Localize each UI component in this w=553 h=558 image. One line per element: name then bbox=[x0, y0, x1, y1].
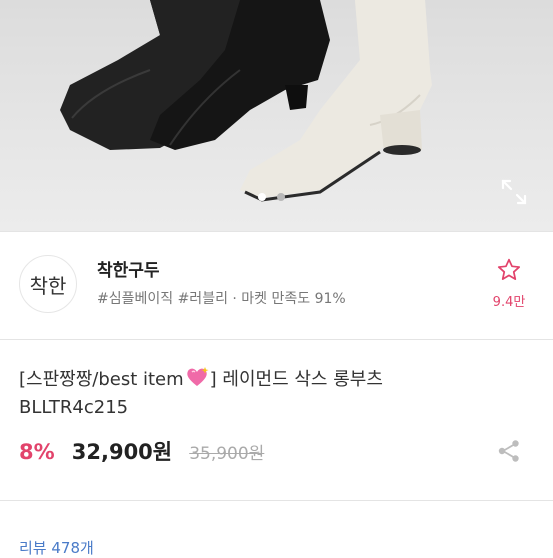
reviews-link[interactable]: 리뷰 478개 bbox=[19, 537, 94, 558]
shop-logo[interactable]: 착한 bbox=[19, 255, 77, 313]
shop-tags: #심플베이직 #러블리 · 마켓 만족도 91% bbox=[97, 291, 346, 307]
divider bbox=[0, 231, 553, 232]
favorite-button[interactable]: 9.4만 bbox=[487, 257, 531, 310]
divider bbox=[0, 500, 553, 501]
original-price: 35,900원 bbox=[189, 444, 265, 464]
sparkling-heart-icon bbox=[184, 366, 210, 395]
discount-rate: 8% bbox=[19, 440, 55, 464]
product-image[interactable] bbox=[0, 0, 553, 231]
product-title-prefix: [스판짱짱/best item bbox=[19, 369, 184, 390]
carousel-dot-2[interactable] bbox=[277, 193, 285, 201]
star-icon bbox=[497, 258, 521, 280]
shop-name[interactable]: 착한구두 bbox=[97, 256, 160, 281]
divider bbox=[0, 339, 553, 340]
price-row: 8% 32,900원 35,900원 bbox=[19, 436, 264, 466]
product-title: [스판짱짱/best item ] 레이먼드 삭스 롱부츠 bbox=[19, 366, 383, 395]
carousel-dot-1[interactable] bbox=[258, 193, 266, 201]
carousel-indicator bbox=[258, 193, 285, 201]
sale-price: 32,900원 bbox=[71, 440, 173, 464]
share-icon[interactable] bbox=[495, 437, 523, 465]
favorite-count: 9.4만 bbox=[492, 295, 526, 310]
product-title-suffix: ] 레이먼드 삭스 롱부츠 bbox=[209, 369, 383, 390]
shop-logo-text: 착한 bbox=[29, 273, 67, 298]
expand-icon[interactable] bbox=[498, 176, 530, 208]
product-code: BLLTR4c215 bbox=[19, 397, 129, 418]
